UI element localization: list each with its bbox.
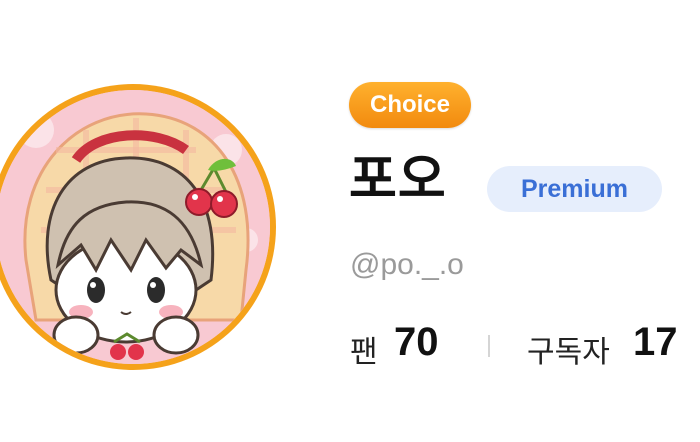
premium-badge[interactable]: Premium [487, 166, 662, 212]
subscribers-count[interactable]: 17 [633, 320, 678, 365]
stats-divider [488, 335, 490, 357]
choice-badge: Choice [349, 82, 471, 128]
profile-handle: @po._.o [350, 248, 464, 281]
avatar-illustration-icon [0, 90, 270, 364]
avatar[interactable] [0, 90, 270, 364]
avatar-ring[interactable] [0, 84, 276, 370]
fans-count[interactable]: 70 [394, 320, 439, 365]
fans-label[interactable]: 팬 [350, 327, 378, 371]
subscribers-label[interactable]: 구독자 [527, 327, 610, 371]
profile-name: 포오 [349, 151, 447, 209]
